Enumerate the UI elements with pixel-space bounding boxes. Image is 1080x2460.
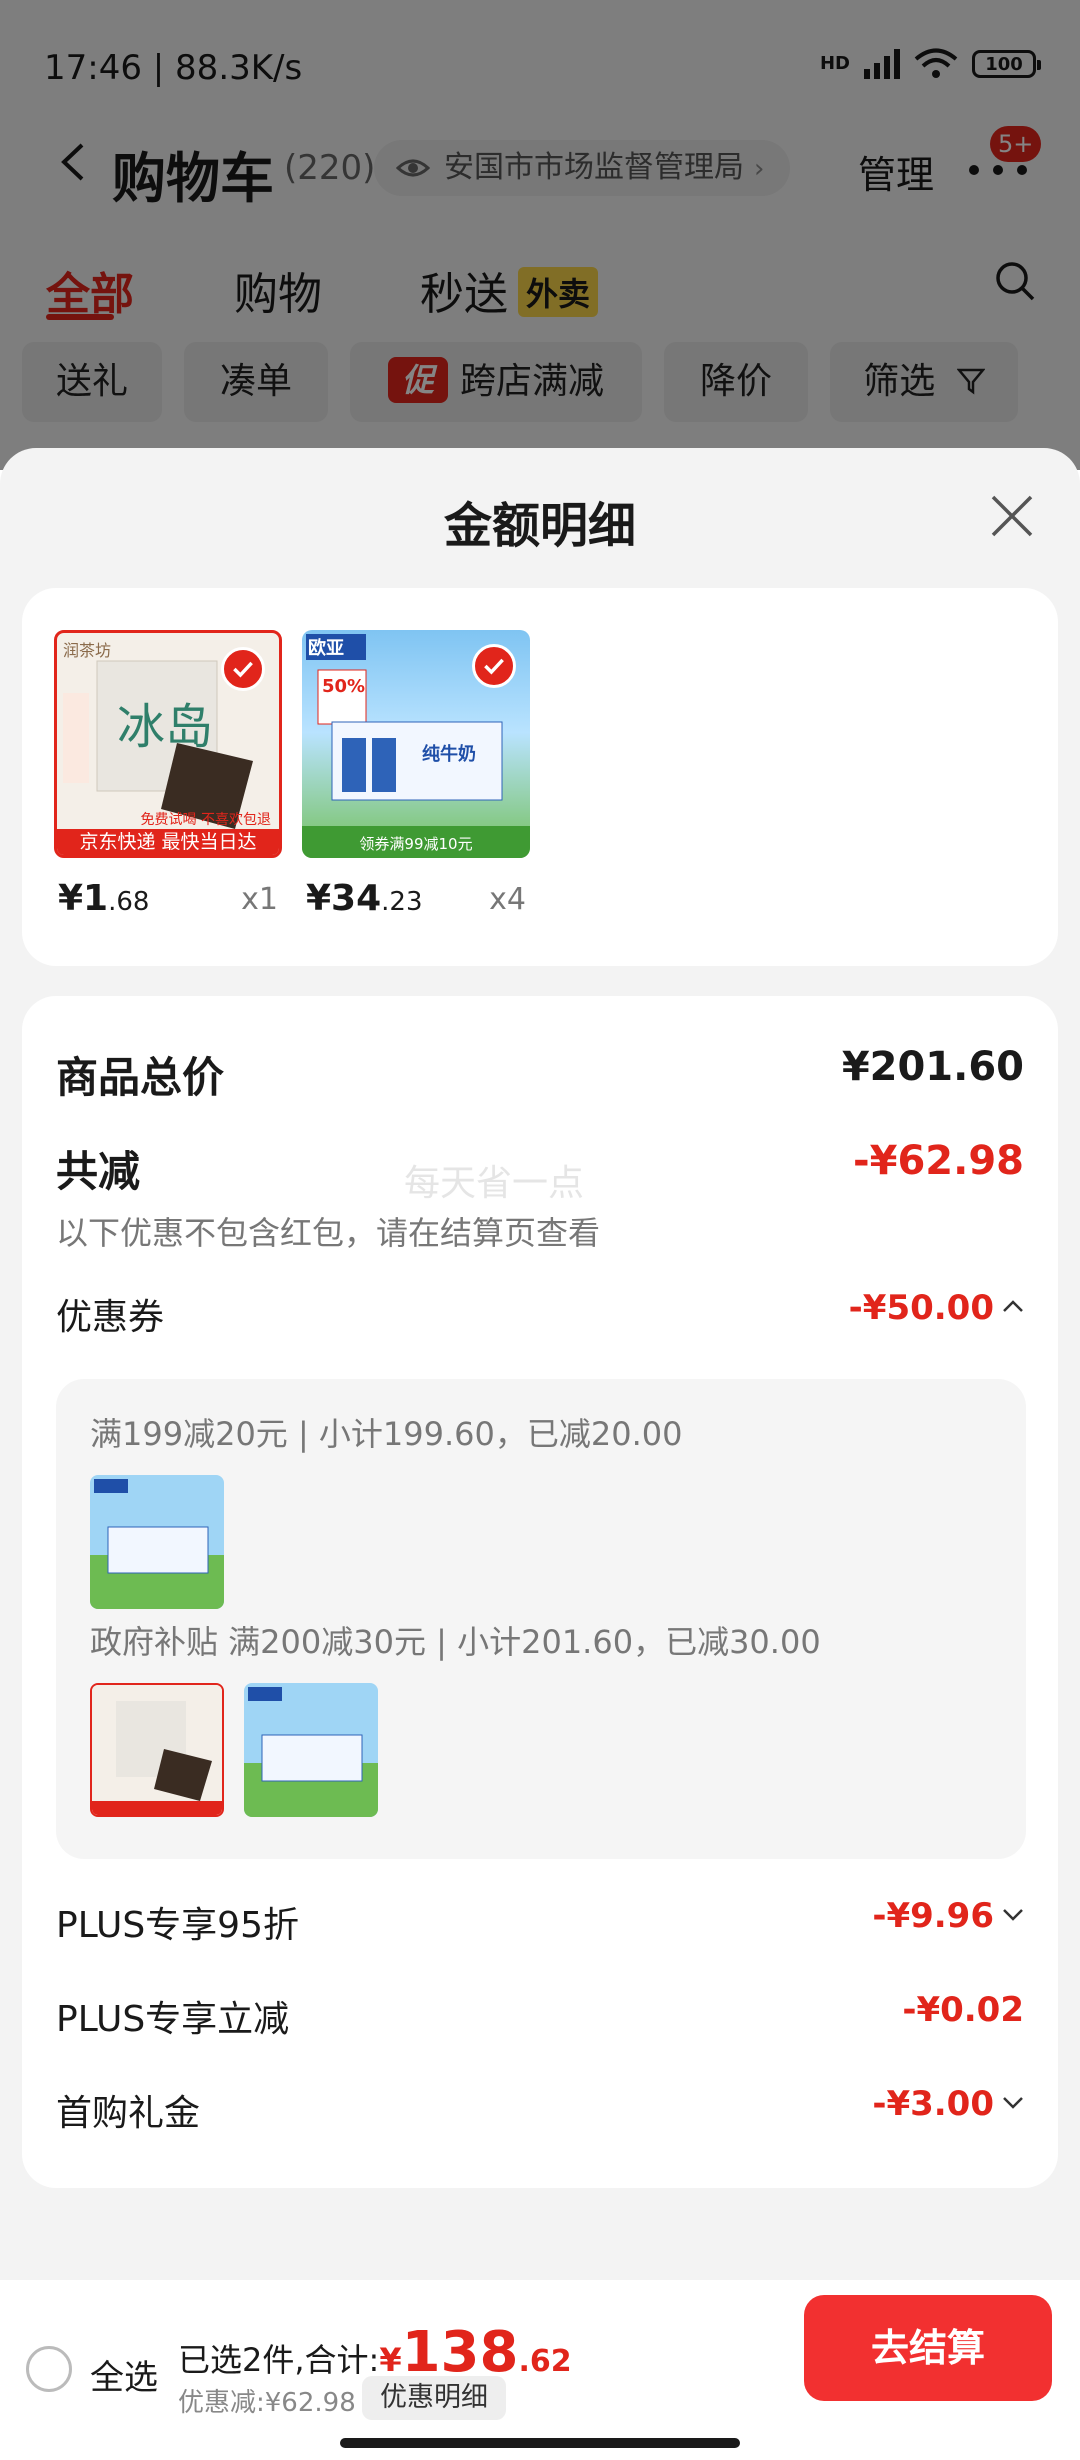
amount-detail-sheet: 金额明细 冰岛 润茶坊 免费试喝 不喜欢包退 京东快递 最快当日达 ¥1.68 …	[0, 448, 1080, 2460]
milk-badge: 50%	[322, 676, 366, 697]
chevron-down-icon	[1003, 2097, 1023, 2109]
select-all-label[interactable]: 全选	[90, 2350, 158, 2399]
home-indicator	[340, 2438, 740, 2448]
checkout-button[interactable]: 去结算	[804, 2295, 1052, 2401]
discount-value-group: -¥3.00	[872, 2084, 1024, 2124]
selected-prefix: 已选2件,合计:	[178, 2341, 380, 2379]
discount-summary: 优惠减:¥62.98	[178, 2388, 356, 2418]
total-currency: ¥	[379, 2341, 402, 2379]
reduction-label: 共减	[56, 1147, 141, 1196]
watermark: 每天省一点	[404, 1163, 585, 1204]
total-price-value: ¥201.60	[841, 1044, 1024, 1090]
discount-value: -¥9.96	[872, 1896, 994, 1936]
discount-detail-button[interactable]: 优惠明细	[362, 2376, 506, 2420]
coupon-label: 优惠券	[56, 1297, 165, 1338]
discount-value: -¥0.02	[902, 1990, 1024, 2030]
chevron-down-icon	[1003, 1909, 1023, 1921]
product-item[interactable]: 欧亚 50% 纯牛奶 领券满99减10元 ¥34.23 x4	[302, 630, 530, 919]
checkout-bar: 全选 已选2件,合计:¥138.62 优惠减:¥62.98 优惠明细 去结算	[0, 2280, 1080, 2460]
reduction-value: -¥62.98	[853, 1138, 1024, 1184]
select-all-radio[interactable]	[26, 2346, 72, 2392]
milk-promo: 领券满99减10元	[359, 835, 473, 853]
product-price: ¥1.68	[58, 878, 150, 919]
product-item[interactable]: 冰岛 润茶坊 免费试喝 不喜欢包退 京东快递 最快当日达 ¥1.68 x1	[54, 630, 282, 919]
tea-delivery-banner: 京东快递 最快当日达	[79, 831, 257, 853]
tea-badge: 免费试喝 不喜欢包退	[140, 812, 271, 828]
product-price: ¥34.23	[306, 878, 423, 919]
discount-value: -¥3.00	[872, 2084, 994, 2124]
sheet-title: 金额明细	[443, 498, 636, 554]
product-qty: x1	[241, 882, 278, 917]
discount-label: 首购礼金	[56, 2093, 201, 2134]
discount-label: PLUS专享立减	[56, 1999, 290, 2040]
product-qty: x4	[489, 882, 526, 917]
price-detail-card: 商品总价 ¥201.60 每天省一点 共减 -¥62.98 以下优惠不包含红包，…	[22, 996, 1058, 2188]
milk-brand: 欧亚	[308, 638, 344, 659]
coupon-product-thumb-tea	[90, 1683, 224, 1817]
discount-value-group: -¥9.96	[872, 1896, 1024, 1936]
coupon-rule: 政府补贴 满200减30元 | 小计201.60，已减30.00	[90, 1623, 821, 1661]
coupon-product-thumb-milk	[244, 1683, 378, 1817]
milk-name: 纯牛奶	[422, 744, 476, 765]
product-image-tea: 冰岛 润茶坊 免费试喝 不喜欢包退 京东快递 最快当日达	[54, 630, 282, 858]
redpacket-note: 以下优惠不包含红包，请在结算页查看	[56, 1214, 601, 1252]
selected-products-card: 冰岛 润茶坊 免费试喝 不喜欢包退 京东快递 最快当日达 ¥1.68 x1 欧亚…	[22, 588, 1058, 966]
product-image-milk: 欧亚 50% 纯牛奶 领券满99减10元	[302, 630, 530, 858]
checked-icon	[472, 644, 516, 688]
overlay-dim[interactable]	[0, 0, 1080, 470]
total-decimal: .62	[518, 2344, 572, 2379]
coupon-value: -¥50.00	[848, 1288, 994, 1328]
coupon-rule: 满199减20元 | 小计199.60，已减20.00	[90, 1415, 683, 1453]
coupon-detail-box: 满199减20元 | 小计199.60，已减20.00 政府补贴 满200减30…	[56, 1379, 1026, 1859]
total-price-label: 商品总价	[56, 1053, 225, 1102]
discount-label: PLUS专享95折	[56, 1905, 299, 1946]
coupon-product-thumb-milk	[90, 1475, 224, 1609]
close-icon[interactable]	[988, 492, 1036, 540]
tea-brand: 润茶坊	[63, 641, 112, 660]
chevron-up-icon	[1003, 1300, 1023, 1312]
checked-icon	[221, 647, 265, 691]
svg-text:冰岛: 冰岛	[117, 699, 213, 755]
coupon-value-group: -¥50.00	[849, 1288, 1024, 1328]
